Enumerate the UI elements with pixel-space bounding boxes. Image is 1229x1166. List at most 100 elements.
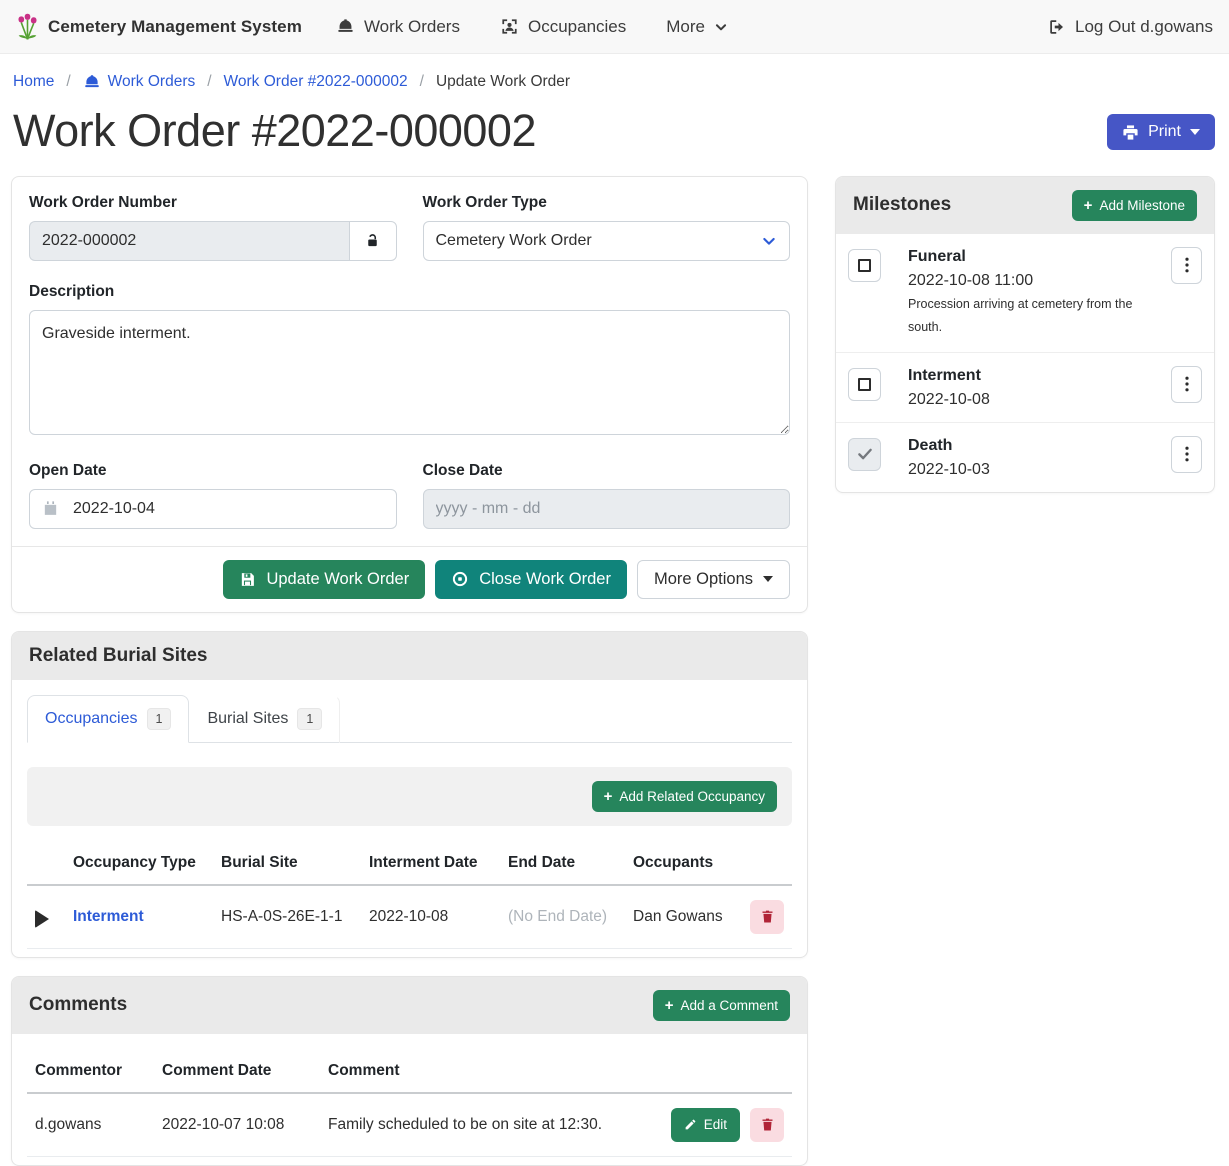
work-order-type-select[interactable]: Cemetery Work Order: [423, 221, 791, 261]
tab-burial-sites-count: 1: [297, 708, 322, 730]
update-work-order-button[interactable]: Update Work Order: [223, 560, 425, 599]
add-milestone-label: Add Milestone: [1099, 198, 1185, 213]
update-label: Update Work Order: [266, 570, 409, 589]
breadcrumb: Home / Work Orders / Work Order #2022-00…: [0, 54, 1229, 101]
caret-down-icon: [1190, 129, 1200, 135]
milestone-item-funeral: Funeral 2022-10-08 11:00 Procession arri…: [836, 234, 1214, 353]
save-icon: [239, 571, 256, 588]
milestone-checkbox[interactable]: [848, 438, 881, 471]
open-date-input[interactable]: [29, 489, 397, 529]
comment-cell: Family scheduled to be on site at 12:30.: [320, 1093, 663, 1157]
page-title: Work Order #2022-000002: [13, 105, 536, 157]
occupancy-row: Interment HS-A-0S-26E-1-1 2022-10-08 (No…: [27, 885, 792, 949]
milestone-menu-button[interactable]: [1171, 436, 1202, 473]
close-date-input[interactable]: [423, 489, 791, 529]
milestone-menu-button[interactable]: [1171, 247, 1202, 284]
unlock-button[interactable]: [349, 221, 397, 261]
related-burial-sites-card: Related Burial Sites Occupancies 1 Buria…: [11, 631, 808, 958]
logout-button[interactable]: Log Out d.gowans: [1048, 17, 1213, 37]
milestone-menu-button[interactable]: [1171, 366, 1202, 403]
nav-occupancies-label: Occupancies: [528, 17, 626, 37]
checkbox-checked-icon: [856, 445, 874, 463]
end-date-cell: (No End Date): [500, 885, 625, 949]
col-interment-date: Interment Date: [361, 842, 500, 885]
nav-occupancies[interactable]: Occupancies: [500, 17, 626, 37]
chevron-down-icon: [714, 20, 728, 34]
nav-work-orders[interactable]: Work Orders: [336, 17, 460, 37]
close-date-label: Close Date: [423, 462, 791, 480]
printer-icon: [1122, 124, 1139, 141]
hard-hat-icon: [83, 73, 101, 91]
related-burial-sites-title: Related Burial Sites: [29, 645, 207, 667]
comment-row: d.gowans 2022-10-07 10:08 Family schedul…: [27, 1093, 792, 1157]
tulips-icon: [16, 12, 39, 42]
interment-date-cell: 2022-10-08: [361, 885, 500, 949]
add-related-occupancy-button[interactable]: + Add Related Occupancy: [592, 781, 777, 812]
edit-comment-button[interactable]: Edit: [671, 1108, 740, 1142]
milestone-checkbox[interactable]: [848, 368, 881, 401]
print-button[interactable]: Print: [1107, 114, 1215, 150]
app-title: Cemetery Management System: [48, 17, 302, 37]
breadcrumb-work-order[interactable]: Work Order #2022-000002: [224, 73, 408, 91]
description-textarea[interactable]: Graveside interment.: [29, 310, 790, 435]
more-options-button[interactable]: More Options: [637, 560, 790, 599]
work-order-type-label: Work Order Type: [423, 194, 791, 212]
expand-row-button[interactable]: [35, 910, 49, 928]
related-tabs: Occupancies 1 Burial Sites 1: [27, 695, 792, 743]
add-milestone-button[interactable]: + Add Milestone: [1072, 190, 1197, 221]
breadcrumb-separator: /: [66, 73, 70, 91]
plus-icon: +: [1084, 198, 1093, 213]
nav-work-orders-label: Work Orders: [364, 17, 460, 37]
kebab-menu-icon: [1180, 376, 1194, 392]
open-date-label: Open Date: [29, 462, 397, 480]
brand: Cemetery Management System: [16, 12, 302, 42]
checkbox-unchecked-icon: [858, 378, 871, 391]
tab-occupancies-count: 1: [147, 708, 172, 730]
milestone-title: Funeral: [908, 247, 1144, 266]
calendar-icon: [42, 500, 59, 517]
milestone-date: 2022-10-03: [908, 461, 1144, 479]
col-comment: Comment: [320, 1050, 663, 1093]
kebab-menu-icon: [1180, 257, 1194, 273]
col-burial-site: Burial Site: [213, 842, 361, 885]
add-comment-button[interactable]: + Add a Comment: [653, 990, 790, 1021]
tab-burial-sites[interactable]: Burial Sites 1: [189, 695, 340, 743]
col-comment-date: Comment Date: [154, 1050, 320, 1093]
milestone-date: 2022-10-08 11:00: [908, 272, 1144, 290]
work-order-number-input[interactable]: [29, 221, 349, 261]
occupancies-toolbar: + Add Related Occupancy: [27, 767, 792, 826]
close-work-order-button[interactable]: Close Work Order: [435, 560, 627, 599]
tab-occupancies[interactable]: Occupancies 1: [27, 695, 189, 743]
commentor-cell: d.gowans: [27, 1093, 154, 1157]
record-circle-icon: [451, 570, 469, 588]
add-related-occupancy-label: Add Related Occupancy: [619, 789, 765, 804]
burial-site-cell: HS-A-0S-26E-1-1: [213, 885, 361, 949]
more-options-label: More Options: [654, 570, 753, 589]
breadcrumb-work-orders[interactable]: Work Orders: [83, 73, 196, 91]
plus-icon: +: [604, 789, 613, 804]
milestone-title: Death: [908, 436, 1144, 455]
work-order-type-value: Cemetery Work Order: [436, 232, 592, 250]
comments-title: Comments: [29, 994, 127, 1016]
work-order-number-label: Work Order Number: [29, 194, 397, 212]
hard-hat-icon: [336, 17, 355, 36]
delete-comment-button[interactable]: [750, 1108, 784, 1142]
delete-occupancy-button[interactable]: [750, 900, 784, 934]
chevron-down-icon: [761, 233, 777, 249]
col-end-date: End Date: [500, 842, 625, 885]
checkbox-unchecked-icon: [858, 259, 871, 272]
nav-more[interactable]: More: [666, 17, 728, 37]
print-label: Print: [1148, 123, 1181, 141]
breadcrumb-separator: /: [420, 73, 424, 91]
unlocked-padlock-icon: [364, 232, 381, 249]
work-order-form-card: Work Order Number: [11, 176, 808, 613]
description-label: Description: [29, 283, 790, 301]
milestone-checkbox[interactable]: [848, 249, 881, 282]
comment-date-cell: 2022-10-07 10:08: [154, 1093, 320, 1157]
milestones-list: Funeral 2022-10-08 11:00 Procession arri…: [836, 234, 1214, 492]
add-comment-label: Add a Comment: [680, 998, 778, 1013]
caret-down-icon: [763, 576, 773, 582]
occupancy-type-link[interactable]: Interment: [73, 908, 144, 925]
breadcrumb-home[interactable]: Home: [13, 73, 54, 91]
comments-table: Commentor Comment Date Comment d.gowans …: [27, 1050, 792, 1157]
